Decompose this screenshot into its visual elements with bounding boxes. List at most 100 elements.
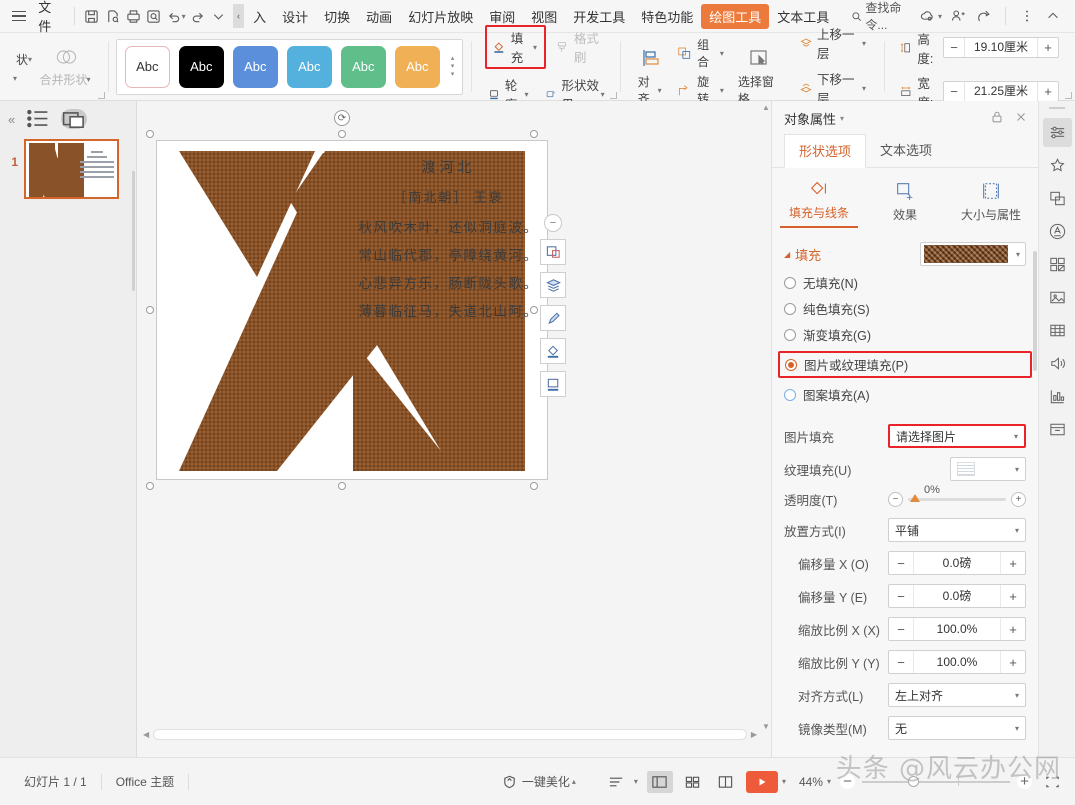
tab-scroll-left-icon[interactable]: ‹ [232,4,245,28]
scroll-up-icon[interactable]: ▲ [762,103,770,112]
radio-pattern-fill[interactable]: 图案填充(A) [784,385,1026,404]
slide-view-icon[interactable] [61,109,88,129]
align-button[interactable]: 对齐 ▾ [638,46,664,107]
chevron-down-icon[interactable]: ▾ [1011,250,1025,259]
panel-scrollbar[interactable] [1033,251,1037,371]
print-icon[interactable] [123,5,144,27]
shape-more-dropdown[interactable]: ▾ [13,74,34,83]
collapse-icon[interactable]: − [544,214,562,232]
audio-icon[interactable] [1043,349,1072,378]
chart-icon[interactable] [1043,382,1072,411]
placement-select[interactable]: 平铺 ▾ [888,518,1026,542]
tab-text-options[interactable]: 文本选项 [866,134,946,167]
scroll-down-icon[interactable]: ▼ [762,722,770,731]
panel-dropdown-icon[interactable]: ▾ [840,114,844,123]
zoom-slider-knob[interactable] [908,775,919,787]
print-preview-icon[interactable] [143,5,164,27]
fill-button[interactable]: 填充 ▾ [485,25,547,69]
layout-menu-icon[interactable] [604,771,630,793]
fit-to-window-icon[interactable] [1039,771,1065,793]
thumbnail-slide-1[interactable] [24,139,119,199]
tab-animations[interactable]: 动画 [358,2,400,31]
radio-gradient-fill[interactable]: 渐变填充(G) [784,325,1026,344]
height-stepper[interactable]: − 19.10厘米 + [943,37,1059,58]
scale-x-stepper[interactable]: − 100.0% + [888,617,1026,641]
resize-handle-nw[interactable] [146,130,154,138]
wordart-icon[interactable] [1043,217,1072,246]
width-stepper[interactable]: − 21.25厘米 + [943,81,1059,102]
resize-handle-w[interactable] [146,306,154,314]
offset-x-decrease-button[interactable]: − [889,552,913,574]
sorter-view-icon[interactable] [680,771,706,793]
layers-icon[interactable] [540,272,566,298]
tab-slideshow[interactable]: 幻灯片放映 [400,2,481,31]
close-icon[interactable] [1014,110,1028,127]
one-key-beautify-button[interactable]: 一键美化 ▴ [502,773,578,790]
fill-section-title-group[interactable]: ◢ 填充 [784,245,821,264]
scale-y-decrease-button[interactable]: − [889,651,913,673]
subtab-effects[interactable]: 效果 [866,180,944,228]
scale-y-stepper[interactable]: − 100.0% + [888,650,1026,674]
format-brush-icon[interactable] [540,305,566,331]
zoom-in-button[interactable]: + [1017,773,1032,790]
width-increase-button[interactable]: + [1038,82,1058,101]
width-decrease-button[interactable]: − [944,82,964,101]
radio-no-fill[interactable]: 无填充(N) [784,273,1026,292]
zoom-value[interactable]: 44% [799,775,823,789]
height-decrease-button[interactable]: − [944,38,964,57]
outline-icon[interactable] [540,371,566,397]
normal-view-icon[interactable] [646,770,673,793]
zoom-slider[interactable] [862,775,1010,787]
resize-handle-n[interactable] [338,130,346,138]
main-menu-icon[interactable] [12,6,29,26]
shapes-icon[interactable] [1043,184,1072,213]
outline-view-icon[interactable] [25,109,51,129]
scale-x-decrease-button[interactable]: − [889,618,913,640]
size-dialog-launcher[interactable] [1065,92,1072,99]
resize-handle-e[interactable] [530,306,538,314]
group-button[interactable]: 组合 ▾ [676,36,726,70]
transparency-decrease-button[interactable]: − [888,492,903,507]
height-increase-button[interactable]: + [1038,38,1058,57]
offset-y-increase-button[interactable]: + [1001,585,1025,607]
texture-preview-button[interactable]: ▾ [920,242,1026,266]
subtab-fill-line[interactable]: 填充与线条 [780,178,858,228]
play-dropdown-icon[interactable]: ▾ [782,777,786,786]
width-value[interactable]: 21.25厘米 [964,82,1038,101]
resize-handle-s[interactable] [338,482,346,490]
gallery-down-icon[interactable]: ▾ [451,63,455,71]
properties-icon[interactable] [1042,118,1072,147]
table-icon[interactable] [1043,316,1072,345]
transparency-slider[interactable]: − 0% + [888,484,1026,507]
texture-fill-select[interactable]: ▾ [950,457,1026,481]
height-value[interactable]: 19.10厘米 [964,38,1038,57]
shape-style-dropdown[interactable]: 状 ▾ [16,51,34,68]
offset-y-stepper[interactable]: − 0.0磅 + [888,584,1026,608]
layout-options-icon[interactable] [540,239,566,265]
offset-x-stepper[interactable]: − 0.0磅 + [888,551,1026,575]
edit-horizontal-scrollbar[interactable]: ◀ ▶ [143,728,757,741]
offset-y-value[interactable]: 0.0磅 [913,585,1001,607]
offset-y-decrease-button[interactable]: − [889,585,913,607]
selection-pane-button[interactable]: 选择窗格 [738,46,781,107]
edit-vertical-scrollbar[interactable]: ▲ ▼ [759,101,771,733]
shapes-dialog-launcher[interactable] [97,92,105,99]
scale-x-value[interactable]: 100.0% [913,618,1001,640]
offset-x-value[interactable]: 0.0磅 [913,552,1001,574]
cloud-dropdown-icon[interactable]: ▾ [938,12,942,21]
collapse-panel-icon[interactable]: « [8,112,15,127]
undo-dropdown-icon[interactable]: ▾ [182,12,186,21]
style-swatch-3[interactable]: Abc [286,45,332,88]
gallery-more-icon[interactable]: ▾ [451,71,455,79]
transparency-increase-button[interactable]: + [1011,492,1026,507]
image-icon[interactable] [1043,283,1072,312]
scale-y-increase-button[interactable]: + [1001,651,1025,673]
align-select[interactable]: 左上对齐 ▾ [888,683,1026,707]
tab-shape-options[interactable]: 形状选项 [784,134,867,168]
fill-dialog-launcher[interactable] [609,92,617,99]
resize-handle-se[interactable] [530,482,538,490]
save-as-icon[interactable] [102,5,123,27]
chevron-down-icon[interactable]: ▾ [634,777,638,786]
transparency-track[interactable]: 0% [908,484,1006,502]
zoom-dropdown-icon[interactable]: ▾ [827,777,831,786]
